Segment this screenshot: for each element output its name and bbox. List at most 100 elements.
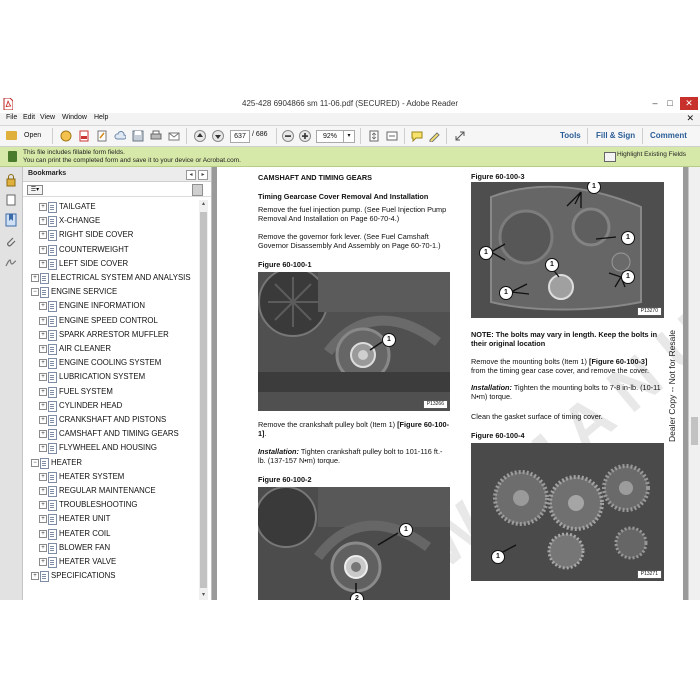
expand-toggle-icon[interactable]: + <box>39 359 47 368</box>
bookmarks-icon[interactable] <box>4 213 18 227</box>
close-button[interactable]: ✕ <box>680 97 698 110</box>
collapse-toggle-icon[interactable]: − <box>31 288 39 297</box>
lock-icon[interactable] <box>4 173 18 187</box>
bookmark-page-icon <box>40 273 49 284</box>
bookmarks-scroll-thumb[interactable] <box>200 212 207 588</box>
bookmarks-scrollbar[interactable]: ▴ ▾ <box>199 200 208 600</box>
zoom-dropdown[interactable]: ▾ <box>343 130 355 143</box>
expand-icon[interactable] <box>454 130 466 142</box>
expand-toggle-icon[interactable]: + <box>39 543 47 552</box>
bookmark-page-icon <box>48 244 57 256</box>
menu-file[interactable]: File <box>6 114 17 121</box>
title-bar: 425-428 6904866 sm 11-06.pdf (SECURED) -… <box>0 95 700 113</box>
expand-toggle-icon[interactable]: + <box>39 472 47 481</box>
sticky-note-icon[interactable] <box>411 130 423 142</box>
expand-toggle-icon[interactable]: + <box>39 558 47 566</box>
note: NOTE: The bolts may vary in length. Keep… <box>471 330 664 348</box>
expand-toggle-icon[interactable]: + <box>39 316 47 325</box>
expand-toggle-icon[interactable]: + <box>39 444 47 453</box>
figure-60-100-1: 1 P13266 <box>258 272 450 411</box>
expand-toggle-icon[interactable]: + <box>39 217 47 226</box>
expand-toggle-icon[interactable]: + <box>31 572 39 581</box>
bookmarks-title: Bookmarks <box>28 170 67 177</box>
cloud-upload-icon[interactable] <box>114 130 126 142</box>
bookmark-label: TAILGATE <box>59 202 96 211</box>
document-viewer[interactable]: W W W . M A N U A L CAMSHAFT AND TIMING … <box>212 167 688 600</box>
expand-toggle-icon[interactable]: + <box>39 515 47 524</box>
comment-button[interactable]: Comment <box>650 131 687 140</box>
email-icon[interactable] <box>168 130 180 142</box>
expand-toggle-icon[interactable]: + <box>39 203 47 211</box>
bookmark-label: HEATER VALVE <box>59 557 117 566</box>
menu-help[interactable]: Help <box>94 114 108 121</box>
signatures-icon[interactable] <box>4 255 18 269</box>
expand-toggle-icon[interactable]: + <box>39 487 47 495</box>
bookmarks-header: Bookmarks ◂ ▸ <box>23 167 211 182</box>
next-page-icon[interactable] <box>212 130 224 142</box>
page-number-input[interactable]: 637 <box>230 130 250 143</box>
options-menu-icon[interactable]: ☰▾ <box>27 185 43 195</box>
create-pdf-icon[interactable] <box>60 130 72 142</box>
expand-toggle-icon[interactable]: + <box>39 387 47 396</box>
pdf-file-icon[interactable] <box>78 130 90 142</box>
figure-3-title: Figure 60-100-3 <box>471 172 525 181</box>
page-total: / 686 <box>252 131 268 138</box>
attachments-icon[interactable] <box>4 235 18 249</box>
figure-2-title: Figure 60-100-2 <box>258 475 312 484</box>
edit-pdf-icon[interactable] <box>96 130 108 142</box>
bookmark-page-icon <box>48 329 57 341</box>
page-thumbnails-icon[interactable] <box>4 193 18 207</box>
zoom-input[interactable]: 92% <box>316 130 344 143</box>
tools-button[interactable]: Tools <box>560 131 581 140</box>
menu-view[interactable]: View <box>40 114 55 121</box>
document-scrollbar[interactable] <box>688 167 700 600</box>
delete-bookmark-icon[interactable] <box>192 184 203 196</box>
bookmark-page-icon <box>48 258 57 270</box>
minimize-button[interactable]: – <box>648 97 662 110</box>
close-panel-icon[interactable]: ▸ <box>198 170 208 180</box>
bookmark-page-icon <box>48 230 57 242</box>
document-scroll-thumb[interactable] <box>691 417 698 445</box>
toolbar-divider <box>52 128 53 144</box>
expand-toggle-icon[interactable]: + <box>39 430 47 439</box>
maximize-button[interactable]: □ <box>663 97 677 110</box>
expand-toggle-icon[interactable]: + <box>39 302 47 311</box>
figure-60-100-4: 1 P13271 <box>471 443 664 581</box>
toolbar-divider <box>587 128 588 144</box>
expand-toggle-icon[interactable]: + <box>39 345 47 353</box>
collapse-panel-icon[interactable]: ◂ <box>186 170 196 180</box>
expand-toggle-icon[interactable]: + <box>39 231 47 240</box>
document-close-icon[interactable]: ✕ <box>686 113 694 124</box>
folder-icon <box>6 131 17 140</box>
expand-toggle-icon[interactable]: + <box>39 416 47 424</box>
save-icon[interactable] <box>132 130 144 142</box>
installation-note-2: Installation: Tighten the mounting bolts… <box>471 383 664 401</box>
open-button[interactable]: Open <box>4 129 46 143</box>
print-icon[interactable] <box>150 130 162 142</box>
zoom-in-icon[interactable] <box>299 130 311 142</box>
expand-toggle-icon[interactable]: + <box>39 501 47 510</box>
expand-toggle-icon[interactable]: + <box>39 373 47 382</box>
expand-toggle-icon[interactable]: + <box>39 401 47 410</box>
zoom-out-icon[interactable] <box>282 130 294 142</box>
expand-toggle-icon[interactable]: + <box>39 330 47 339</box>
expand-toggle-icon[interactable]: + <box>39 529 47 538</box>
callout-1: 1 <box>621 270 635 284</box>
expand-toggle-icon[interactable]: + <box>31 274 39 282</box>
scroll-up-arrow-icon[interactable]: ▴ <box>199 200 208 209</box>
menu-window[interactable]: Window <box>62 114 87 121</box>
expand-toggle-icon[interactable]: + <box>39 245 47 254</box>
collapse-toggle-icon[interactable]: − <box>31 458 39 467</box>
main-toolbar: Open 637 / 686 92% ▾ Tools Fill & Sign C… <box>0 126 700 147</box>
previous-page-icon[interactable] <box>194 130 206 142</box>
scroll-down-arrow-icon[interactable]: ▾ <box>199 591 208 600</box>
highlight-existing-fields-button[interactable]: Highlight Existing Fields <box>617 151 686 158</box>
highlight-text-icon[interactable] <box>428 130 440 142</box>
pdf-page: W W W . M A N U A L CAMSHAFT AND TIMING … <box>217 167 683 600</box>
fill-sign-button[interactable]: Fill & Sign <box>596 131 635 140</box>
highlight-fields-icon[interactable] <box>604 152 616 162</box>
menu-edit[interactable]: Edit <box>23 114 35 121</box>
fit-width-icon[interactable] <box>386 130 398 142</box>
expand-toggle-icon[interactable]: + <box>39 259 47 268</box>
fit-page-icon[interactable] <box>368 130 380 142</box>
